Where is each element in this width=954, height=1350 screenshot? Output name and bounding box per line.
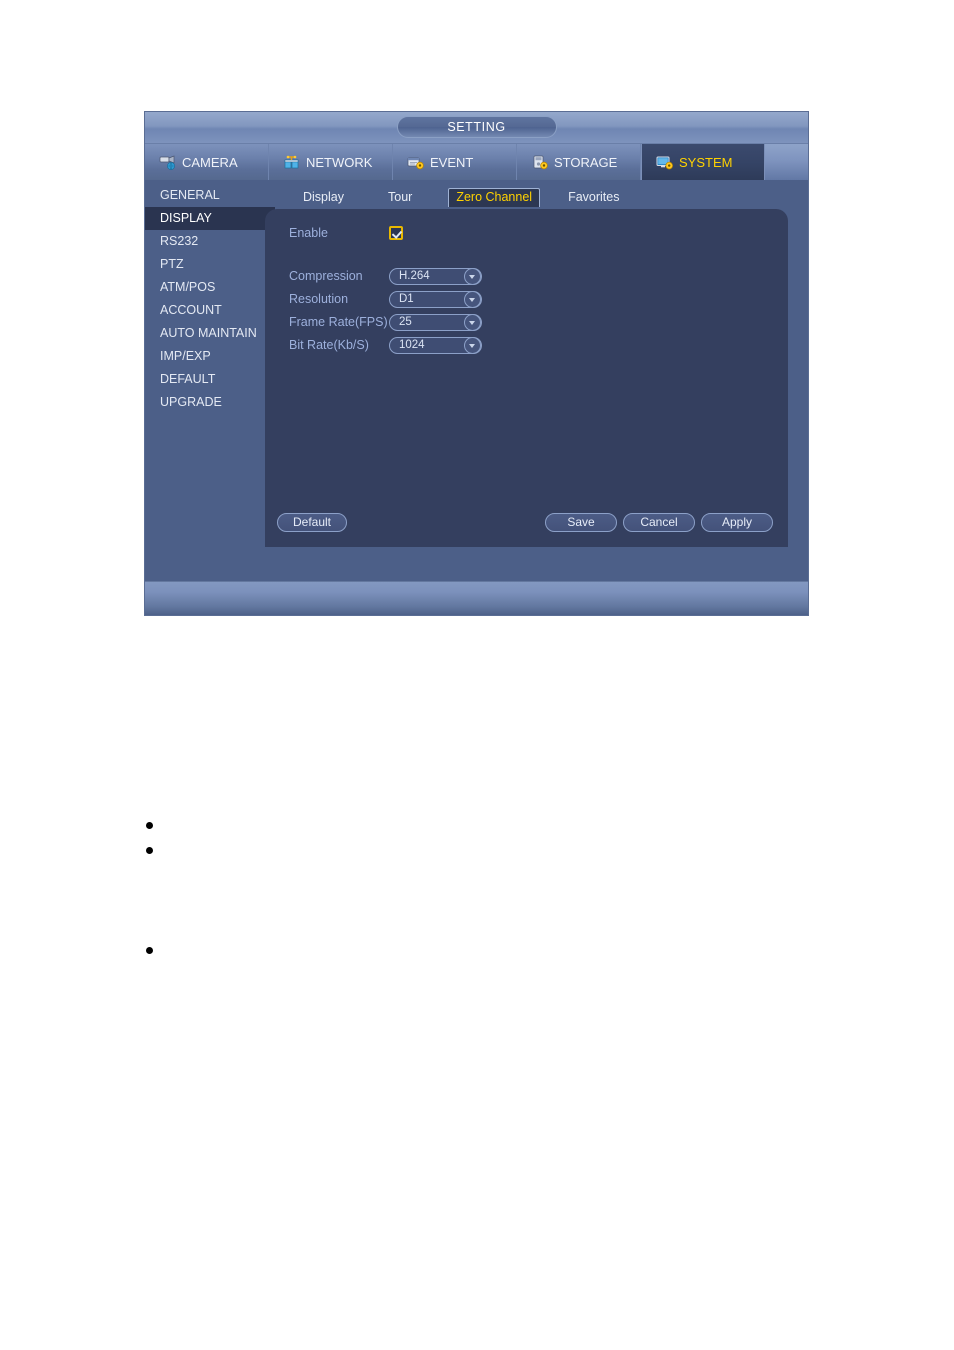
bit-rate-dropdown[interactable]: 1024: [389, 336, 482, 354]
tab-display[interactable]: Display: [295, 188, 352, 206]
settings-sidebar: GENERAL DISPLAY RS232 PTZ ATM/POS ACCOUN…: [145, 180, 275, 581]
nav-tab-network-label: NETWORK: [306, 154, 373, 170]
enable-checkbox[interactable]: [389, 226, 403, 240]
field-frame-rate: Frame Rate(FPS) 25: [289, 312, 482, 332]
main-nav: CAMERA NETWORK EVENT STORAGE SYSTEM: [145, 144, 808, 180]
chevron-down-icon[interactable]: [464, 267, 481, 285]
save-button[interactable]: Save: [545, 513, 617, 532]
window-title: SETTING: [396, 116, 557, 138]
sidebar-item-default[interactable]: DEFAULT: [145, 368, 265, 391]
nav-tab-storage[interactable]: STORAGE: [517, 144, 641, 180]
frame-rate-label: Frame Rate(FPS): [289, 315, 388, 329]
frame-rate-dropdown[interactable]: 25: [389, 313, 482, 331]
chevron-down-icon[interactable]: [464, 290, 481, 308]
field-compression: Compression H.264: [289, 266, 482, 286]
nav-tab-event-label: EVENT: [430, 154, 474, 170]
tab-zero-channel[interactable]: Zero Channel: [448, 187, 541, 207]
bit-rate-label: Bit Rate(Kb/S): [289, 338, 369, 352]
nav-tab-camera-label: CAMERA: [182, 154, 238, 170]
zero-channel-panel: Enable Compression H.264 Resolution D1 F…: [265, 209, 788, 547]
sidebar-item-atm-pos[interactable]: ATM/POS: [145, 276, 265, 299]
list-item: [146, 947, 153, 954]
compression-dropdown[interactable]: H.264: [389, 267, 482, 285]
sub-tabs: Display Tour Zero Channel Favorites: [295, 185, 655, 209]
event-icon: [407, 155, 425, 170]
nav-tab-storage-label: STORAGE: [554, 154, 618, 170]
sidebar-item-general[interactable]: GENERAL: [145, 184, 265, 207]
nav-tab-event[interactable]: EVENT: [393, 144, 517, 180]
sidebar-item-rs232[interactable]: RS232: [145, 230, 265, 253]
panel-buttons: Default Save Cancel Apply: [265, 513, 788, 533]
nav-tab-system[interactable]: SYSTEM: [641, 144, 765, 180]
network-icon: [283, 155, 301, 170]
resolution-label: Resolution: [289, 292, 349, 306]
resolution-value: D1: [399, 292, 414, 305]
tab-tour[interactable]: Tour: [380, 188, 420, 206]
field-bit-rate: Bit Rate(Kb/S) 1024: [289, 335, 482, 355]
field-enable: Enable: [289, 223, 403, 243]
default-button[interactable]: Default: [277, 513, 347, 532]
list-item: [146, 822, 153, 829]
nav-tab-camera[interactable]: CAMERA: [145, 144, 269, 180]
compression-label: Compression: [289, 269, 363, 283]
sidebar-item-upgrade[interactable]: UPGRADE: [145, 391, 265, 414]
tab-favorites[interactable]: Favorites: [560, 188, 627, 206]
chevron-down-icon[interactable]: [464, 336, 481, 354]
nav-tab-system-label: SYSTEM: [679, 154, 733, 170]
cancel-button[interactable]: Cancel: [623, 513, 695, 532]
resolution-dropdown[interactable]: D1: [389, 290, 482, 308]
nav-tab-network[interactable]: NETWORK: [269, 144, 393, 180]
sidebar-item-display[interactable]: DISPLAY: [145, 207, 275, 230]
enable-label: Enable: [289, 226, 328, 240]
storage-icon: [531, 155, 549, 170]
nav-filler: [765, 144, 808, 180]
window-body: GENERAL DISPLAY RS232 PTZ ATM/POS ACCOUN…: [145, 180, 808, 581]
apply-button[interactable]: Apply: [701, 513, 773, 532]
chevron-down-icon[interactable]: [464, 313, 481, 331]
sidebar-item-ptz[interactable]: PTZ: [145, 253, 265, 276]
frame-rate-value: 25: [399, 315, 412, 328]
sidebar-item-account[interactable]: ACCOUNT: [145, 299, 265, 322]
field-resolution: Resolution D1: [289, 289, 482, 309]
page-root: SETTING CAMERA NETWORK EVENT STORAGE SYS…: [0, 0, 954, 1350]
camera-icon: [159, 154, 177, 170]
window-titlebar: SETTING: [145, 112, 808, 144]
list-item: [146, 847, 153, 854]
system-icon: [656, 155, 674, 170]
setting-window: SETTING CAMERA NETWORK EVENT STORAGE SYS…: [144, 111, 809, 616]
settings-content: Display Tour Zero Channel Favorites Enab…: [265, 180, 808, 581]
sidebar-item-auto-maintain[interactable]: AUTO MAINTAIN: [145, 322, 265, 345]
compression-value: H.264: [399, 269, 430, 282]
bit-rate-value: 1024: [399, 338, 425, 351]
window-footer: [145, 581, 808, 615]
sidebar-item-imp-exp[interactable]: IMP/EXP: [145, 345, 265, 368]
